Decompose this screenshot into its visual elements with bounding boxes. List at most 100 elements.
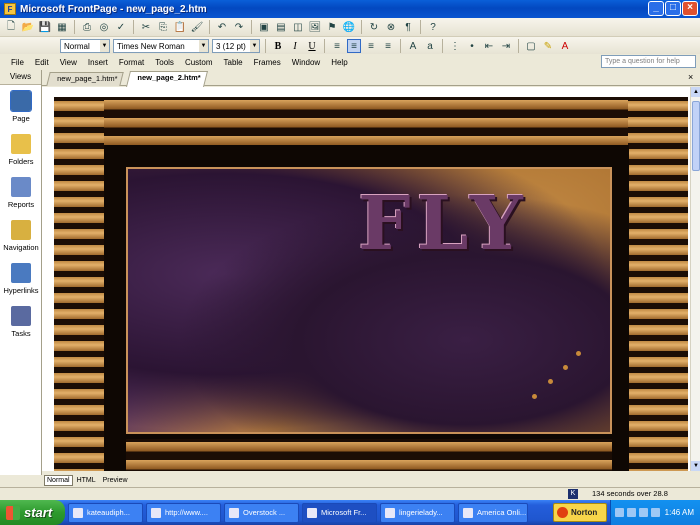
menu-insert[interactable]: Insert xyxy=(87,57,109,68)
page-editor[interactable]: FLY xyxy=(42,87,690,471)
taskbar-item[interactable]: America Onli... xyxy=(458,502,528,523)
paste-icon[interactable]: 📋 xyxy=(173,20,187,34)
taskbar-item[interactable]: Overstock ... xyxy=(224,502,299,523)
web-component-icon[interactable]: ▦ xyxy=(55,20,69,34)
bold-button[interactable]: B xyxy=(271,41,285,52)
taskbar-item[interactable]: lingerielady... xyxy=(380,502,455,523)
view-page[interactable]: Page xyxy=(0,85,42,128)
menu-tools[interactable]: Tools xyxy=(154,57,175,68)
tab-new-page-2[interactable]: new_page_2.htm* xyxy=(126,71,208,87)
scroll-thumb[interactable] xyxy=(692,101,700,171)
increase-font-icon[interactable]: A xyxy=(406,39,420,53)
undo-icon[interactable]: ↶ xyxy=(215,20,229,34)
right-stripe-border xyxy=(628,97,688,471)
menu-frames[interactable]: Frames xyxy=(253,57,282,68)
view-tasks[interactable]: Tasks xyxy=(0,300,42,343)
justify-icon[interactable]: ≡ xyxy=(381,39,395,53)
window-icon xyxy=(463,507,473,518)
format-painter-icon[interactable]: 🖌 xyxy=(190,20,204,34)
view-reports[interactable]: Reports xyxy=(0,171,42,214)
close-button[interactable]: × xyxy=(682,1,698,16)
new-page-icon[interactable]: 🗋 xyxy=(4,20,18,34)
fly-graphic-text: FLY xyxy=(358,181,529,267)
insert-picture-icon[interactable]: 🖼 xyxy=(308,20,322,34)
top-stripe-border xyxy=(104,97,628,147)
highlight-icon[interactable]: ✎ xyxy=(541,39,555,53)
style-select[interactable]: Normal ▼ xyxy=(60,39,110,53)
bullets-icon[interactable]: • xyxy=(465,39,479,53)
start-button[interactable]: start xyxy=(0,500,65,525)
copy-icon[interactable]: ⎘ xyxy=(156,20,170,34)
normal-mode-button[interactable]: Normal xyxy=(44,475,73,486)
norton-button[interactable]: Norton xyxy=(553,503,607,522)
help-question-input[interactable]: Type a question for help xyxy=(601,55,696,68)
font-size-select[interactable]: 3 (12 pt) ▼ xyxy=(212,39,260,53)
tab-new-page-1[interactable]: new_page_1.htm* xyxy=(46,72,124,86)
tray-icon[interactable] xyxy=(627,508,636,517)
open-icon[interactable]: 📂 xyxy=(21,20,35,34)
minimize-button[interactable]: _ xyxy=(648,1,664,16)
menu-table[interactable]: Table xyxy=(223,57,244,68)
align-right-icon[interactable]: ≡ xyxy=(364,39,378,53)
print-icon[interactable]: ⎙ xyxy=(80,20,94,34)
font-select[interactable]: Times New Roman ▼ xyxy=(113,39,209,53)
insert-table-icon[interactable]: ▤ xyxy=(274,20,288,34)
underline-button[interactable]: U xyxy=(305,41,319,52)
tray-icon[interactable] xyxy=(639,508,648,517)
cut-icon[interactable]: ✂ xyxy=(139,20,153,34)
taskbar-item[interactable]: kateaudiph... xyxy=(68,502,143,523)
window-icon xyxy=(385,507,395,518)
refresh-icon[interactable]: ↻ xyxy=(367,20,381,34)
norton-icon xyxy=(557,507,568,518)
increase-indent-icon[interactable]: ⇥ xyxy=(499,39,513,53)
taskbar-item[interactable]: Microsoft Fr... xyxy=(302,502,377,523)
download-time-icon: K xyxy=(568,489,578,499)
menu-format[interactable]: Format xyxy=(118,57,145,68)
align-center-icon[interactable]: ≡ xyxy=(347,39,361,53)
html-mode-button[interactable]: HTML xyxy=(74,475,99,486)
menu-window[interactable]: Window xyxy=(291,57,321,68)
left-stripe-border xyxy=(54,97,104,471)
align-left-icon[interactable]: ≡ xyxy=(330,39,344,53)
drawing-icon[interactable]: ⚑ xyxy=(325,20,339,34)
menu-view[interactable]: View xyxy=(59,57,78,68)
italic-button[interactable]: I xyxy=(288,41,302,52)
scroll-down-icon[interactable]: ▼ xyxy=(691,461,700,471)
decrease-indent-icon[interactable]: ⇤ xyxy=(482,39,496,53)
redo-icon[interactable]: ↷ xyxy=(232,20,246,34)
stop-icon[interactable]: ⊗ xyxy=(384,20,398,34)
insert-web-component-icon[interactable]: ▣ xyxy=(257,20,271,34)
preview-mode-button[interactable]: Preview xyxy=(100,475,131,486)
menu-custom[interactable]: Custom xyxy=(184,57,214,68)
view-folders[interactable]: Folders xyxy=(0,128,42,171)
decrease-font-icon[interactable]: a xyxy=(423,39,437,53)
menu-edit[interactable]: Edit xyxy=(34,57,50,68)
maximize-button[interactable]: □ xyxy=(665,1,681,16)
show-all-icon[interactable]: ¶ xyxy=(401,20,415,34)
tray-icon[interactable] xyxy=(651,508,660,517)
wing-spot xyxy=(548,379,553,384)
view-hyperlinks[interactable]: Hyperlinks xyxy=(0,257,42,300)
vertical-scrollbar[interactable]: ▲ ▼ xyxy=(690,87,700,471)
page-design-image: FLY xyxy=(54,97,688,471)
taskbar-item[interactable]: http://www.... xyxy=(146,502,221,523)
numbering-icon[interactable]: ⋮ xyxy=(448,39,462,53)
menu-help[interactable]: Help xyxy=(330,57,348,68)
window-icon xyxy=(307,507,317,518)
hyperlink-icon[interactable]: 🌐 xyxy=(342,20,356,34)
help-icon[interactable]: ? xyxy=(426,20,440,34)
header-frame: FLY xyxy=(104,145,629,471)
menu-file[interactable]: File xyxy=(10,57,25,68)
insert-layer-icon[interactable]: ◫ xyxy=(291,20,305,34)
close-tab-icon[interactable]: × xyxy=(688,72,694,82)
font-color-icon[interactable]: A xyxy=(558,39,572,53)
tray-icon[interactable] xyxy=(615,508,624,517)
spelling-icon[interactable]: ✓ xyxy=(114,20,128,34)
scroll-up-icon[interactable]: ▲ xyxy=(691,87,700,97)
window-icon xyxy=(229,507,239,518)
save-icon[interactable]: 💾 xyxy=(38,20,52,34)
borders-icon[interactable]: ▢ xyxy=(524,39,538,53)
preview-in-browser-icon[interactable]: ◎ xyxy=(97,20,111,34)
windows-flag-icon xyxy=(6,505,20,520)
view-navigation[interactable]: Navigation xyxy=(0,214,42,257)
